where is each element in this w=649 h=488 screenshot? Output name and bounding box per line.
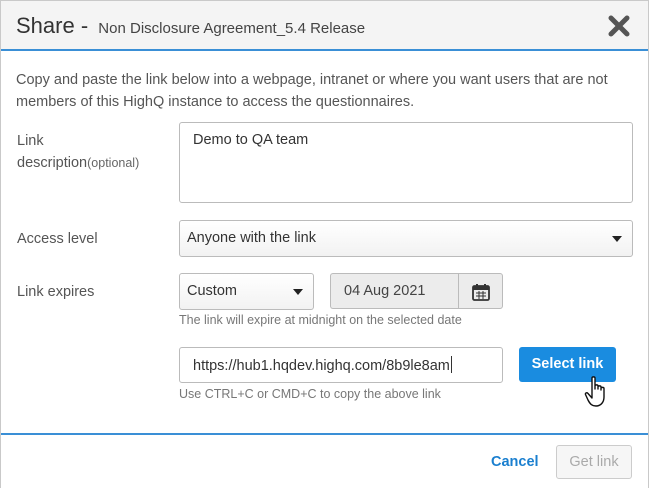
- access-level-select[interactable]: Anyone with the link: [179, 220, 633, 257]
- link-description-label: Link description(optional): [17, 130, 167, 174]
- dialog-title-text: Share: [16, 13, 75, 38]
- expiry-date-field[interactable]: 04 Aug 2021: [330, 273, 459, 309]
- expiry-mode-value: Custom: [187, 283, 237, 299]
- dialog-subtitle: Non Disclosure Agreement_5.4 Release: [98, 20, 366, 37]
- expiry-mode-select[interactable]: Custom: [179, 273, 314, 310]
- dialog-title-separator: -: [80, 13, 89, 38]
- link-description-field[interactable]: Demo to QA team: [179, 122, 633, 203]
- copy-hint: Use CTRL+C or CMD+C to copy the above li…: [179, 387, 441, 401]
- link-expires-label: Link expires: [17, 284, 95, 300]
- cancel-button[interactable]: Cancel: [491, 454, 539, 470]
- link-description-label-text: Link description: [17, 133, 88, 171]
- access-level-label: Access level: [17, 231, 98, 247]
- share-dialog: Share - Non Disclosure Agreement_5.4 Rel…: [0, 0, 649, 488]
- share-link-field[interactable]: https://hub1.hqdev.highq.com/8b9le8am: [179, 347, 503, 383]
- text-cursor: [450, 356, 452, 373]
- calendar-button[interactable]: [458, 273, 503, 309]
- close-icon: [608, 15, 630, 37]
- share-link-value: https://hub1.hqdev.highq.com/8b9le8am: [193, 358, 450, 374]
- chevron-down-icon: [293, 289, 303, 295]
- dialog-header: Share - Non Disclosure Agreement_5.4 Rel…: [1, 1, 648, 51]
- chevron-down-icon: [612, 236, 622, 242]
- hand-pointer-icon: [584, 376, 605, 407]
- intro-text: Copy and paste the link below into a web…: [16, 72, 608, 110]
- calendar-icon: [472, 284, 490, 301]
- expiry-hint: The link will expire at midnight on the …: [179, 313, 462, 327]
- get-link-button[interactable]: Get link: [556, 445, 632, 479]
- close-button[interactable]: [606, 13, 632, 39]
- dialog-footer: Cancel Get link: [1, 433, 648, 488]
- optional-tag: (optional): [87, 156, 140, 170]
- access-level-value: Anyone with the link: [187, 230, 316, 246]
- dialog-title: Share - Non Disclosure Agreement_5.4 Rel…: [16, 13, 365, 39]
